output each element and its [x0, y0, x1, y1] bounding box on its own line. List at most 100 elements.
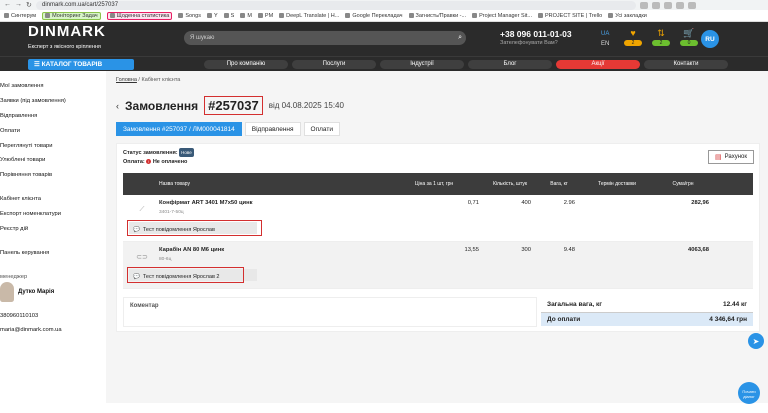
extension-icon[interactable]: [640, 1, 648, 9]
tab-payments[interactable]: Оплати: [303, 122, 340, 136]
total-pay-label: До оплати: [547, 315, 581, 323]
profile-icon[interactable]: [688, 1, 696, 9]
manager-email[interactable]: maria@dinmark.com.ua: [0, 323, 106, 338]
sidebar-item-requests[interactable]: Заявки (під замовлення): [0, 94, 106, 109]
order-card: Статус замовлення: Нове Оплата: ! Не опл…: [116, 143, 760, 332]
total-pay-row: До оплати 4 346,64 грн: [541, 312, 753, 326]
reload-icon[interactable]: ↻: [26, 1, 32, 9]
extension-icon[interactable]: [676, 1, 684, 9]
bookmark-label: PROJECT SITE | Trello: [544, 12, 603, 19]
bookmark-favicon-icon: [109, 13, 115, 18]
qty-cell: 400: [521, 199, 531, 206]
bookmark-item[interactable]: DeepL Translate | H...: [279, 13, 339, 19]
bookmark-item[interactable]: Project Manager Sit...: [472, 13, 532, 19]
bookmarks-bar: Синтерум Моніторинг Задач Щоденна статисти…: [0, 10, 768, 22]
sidebar-item-orders[interactable]: Мої замовлення: [0, 79, 106, 94]
menu-item-blog[interactable]: Блог: [468, 59, 552, 69]
bookmark-label: Songs: [185, 12, 201, 19]
compare-icon[interactable]: ⇅ 2: [652, 28, 670, 46]
bookmark-label: Загнисть/Правки -...: [415, 12, 467, 19]
table-header: Назва товару Ціна за 1 шт, грн Кількість…: [123, 172, 753, 195]
col-name: Назва товару: [159, 180, 191, 187]
payment-line: Оплата: ! Не оплачено: [123, 158, 753, 167]
bookmark-item[interactable]: PROJECT SITE | Trello: [537, 12, 603, 19]
bookmark-item[interactable]: Синтерум: [4, 13, 36, 19]
sidebar-item-payments[interactable]: Оплати: [0, 124, 106, 139]
cart-icon[interactable]: 🛒 0: [680, 28, 698, 46]
lang-en[interactable]: EN: [601, 39, 609, 49]
search-icon[interactable]: ⌕: [458, 34, 462, 42]
sidebar-item-shipments[interactable]: Відправлення: [0, 109, 106, 124]
telegram-icon[interactable]: ➤: [748, 333, 764, 349]
catalog-button[interactable]: ☰ КАТАЛОГ ТОВАРІВ: [28, 58, 134, 70]
invoice-button[interactable]: ▤ Рахунок: [708, 150, 754, 164]
extension-icon[interactable]: [652, 1, 660, 9]
back-chevron-icon[interactable]: ‹: [116, 101, 119, 111]
col-weight: Вага, кг: [550, 180, 568, 187]
sidebar-item-log[interactable]: Реєстр дій: [0, 222, 106, 237]
user-avatar-badge[interactable]: RU: [701, 30, 719, 48]
sidebar-item-favorites[interactable]: Улюблені товари: [0, 153, 106, 168]
chat-bubble-icon: 💬: [133, 227, 140, 234]
bookmark-item[interactable]: PM: [257, 13, 273, 19]
sidebar-item-compare[interactable]: Порівняння товарів: [0, 168, 106, 183]
bookmark-item[interactable]: Songs: [178, 13, 201, 19]
bookmark-favicon-icon: [472, 13, 478, 18]
callback-link[interactable]: Зателефонувати Вам?: [500, 40, 572, 46]
phone-block[interactable]: +38 096 011-01-03 Зателефонувати Вам?: [500, 29, 572, 46]
site-logo[interactable]: DINMARK Експерт з якісного кріплення: [28, 24, 106, 54]
tab-order[interactable]: Замовлення #257037 / ЛМ000041814: [116, 122, 242, 136]
chat-widget-label: Почати діалог: [742, 389, 756, 399]
item-message-text: Тест повідомлення Ярослав 2: [142, 274, 220, 281]
manager-phone[interactable]: 380960110103: [0, 309, 106, 324]
product-cell: ⊂⊃ Карабін AN 80 M6 цинк 80-6ц: [123, 242, 387, 288]
menu-item-sales[interactable]: Акції: [556, 59, 640, 69]
bookmark-item[interactable]: Google Перекладач: [345, 13, 403, 19]
bookmark-item[interactable]: Щоденна статистика: [106, 11, 173, 20]
price-cell: 0,71: [467, 199, 479, 206]
extension-icon[interactable]: [664, 1, 672, 9]
qty-cell: 300: [521, 246, 531, 253]
sidebar-item-cabinet[interactable]: Кабінет клієнта: [0, 192, 106, 207]
favorites-icon[interactable]: ♥ 2: [624, 28, 642, 46]
breadcrumb: Головна / Кабінет клієнта: [116, 77, 181, 83]
bookmark-item[interactable]: Загнисть/Правки -...: [408, 12, 467, 19]
manager-label: менеджер: [0, 273, 28, 280]
tab-shipments[interactable]: Відправлення: [244, 122, 301, 136]
bookmark-label: Y: [213, 12, 218, 19]
manager-card: Дутко Марія: [0, 282, 106, 303]
product-name[interactable]: Карабін AN 80 M6 цинк: [159, 247, 224, 253]
menu-item-contacts[interactable]: Контакти: [644, 59, 728, 69]
bookmark-favicon-icon: [537, 13, 543, 18]
bookmark-item[interactable]: M: [240, 13, 252, 19]
breadcrumb-home[interactable]: Головна: [116, 77, 137, 83]
back-arrow-icon[interactable]: ←: [4, 1, 11, 9]
comment-box[interactable]: Коментар: [123, 296, 537, 327]
sidebar-item-export[interactable]: Експорт номенклатури: [0, 207, 106, 222]
forward-arrow-icon[interactable]: →: [15, 1, 22, 9]
menu-item-about[interactable]: Про компанію: [204, 59, 288, 69]
product-name[interactable]: Конфірмат ART 3401 M7x50 цинк: [159, 200, 253, 206]
manager-name: Дутко Марія: [18, 288, 55, 295]
order-tabs: Замовлення #257037 / ЛМ000041814 Відправ…: [116, 122, 760, 136]
menu-item-services[interactable]: Послуги: [292, 59, 376, 69]
page-title: Замовлення: [125, 98, 199, 113]
sidebar-item-viewed[interactable]: Переглянуті товари: [0, 139, 106, 154]
chat-widget-button[interactable]: Почати діалог: [738, 382, 760, 404]
invoice-label: Рахунок: [724, 154, 748, 160]
bookmark-item[interactable]: S: [223, 13, 234, 19]
item-message-text: Тест повідомлення Ярослав: [142, 227, 215, 234]
breadcrumb-current: Кабінет клієнта: [141, 77, 181, 83]
search-input[interactable]: Я шукаю ⌕: [184, 31, 466, 45]
lang-ua[interactable]: UA: [601, 29, 609, 39]
bookmark-item[interactable]: Моніторинг Задач: [42, 11, 101, 20]
bookmark-item[interactable]: Y: [206, 12, 218, 19]
menu-item-industries[interactable]: Індустрії: [380, 59, 464, 69]
address-bar[interactable]: dinmark.com.ua/cart/257037: [36, 0, 636, 10]
bookmark-label: Усі закладки: [615, 12, 647, 19]
sidebar-item-panel[interactable]: Панель керування: [0, 246, 106, 261]
bookmark-item[interactable]: Усі закладки: [608, 13, 647, 19]
item-message: 💬 Тест повідомлення Ярослав: [129, 221, 257, 234]
address-text: dinmark.com.ua/cart/257037: [42, 2, 119, 8]
browser-nav: ← → ↻: [4, 1, 32, 9]
